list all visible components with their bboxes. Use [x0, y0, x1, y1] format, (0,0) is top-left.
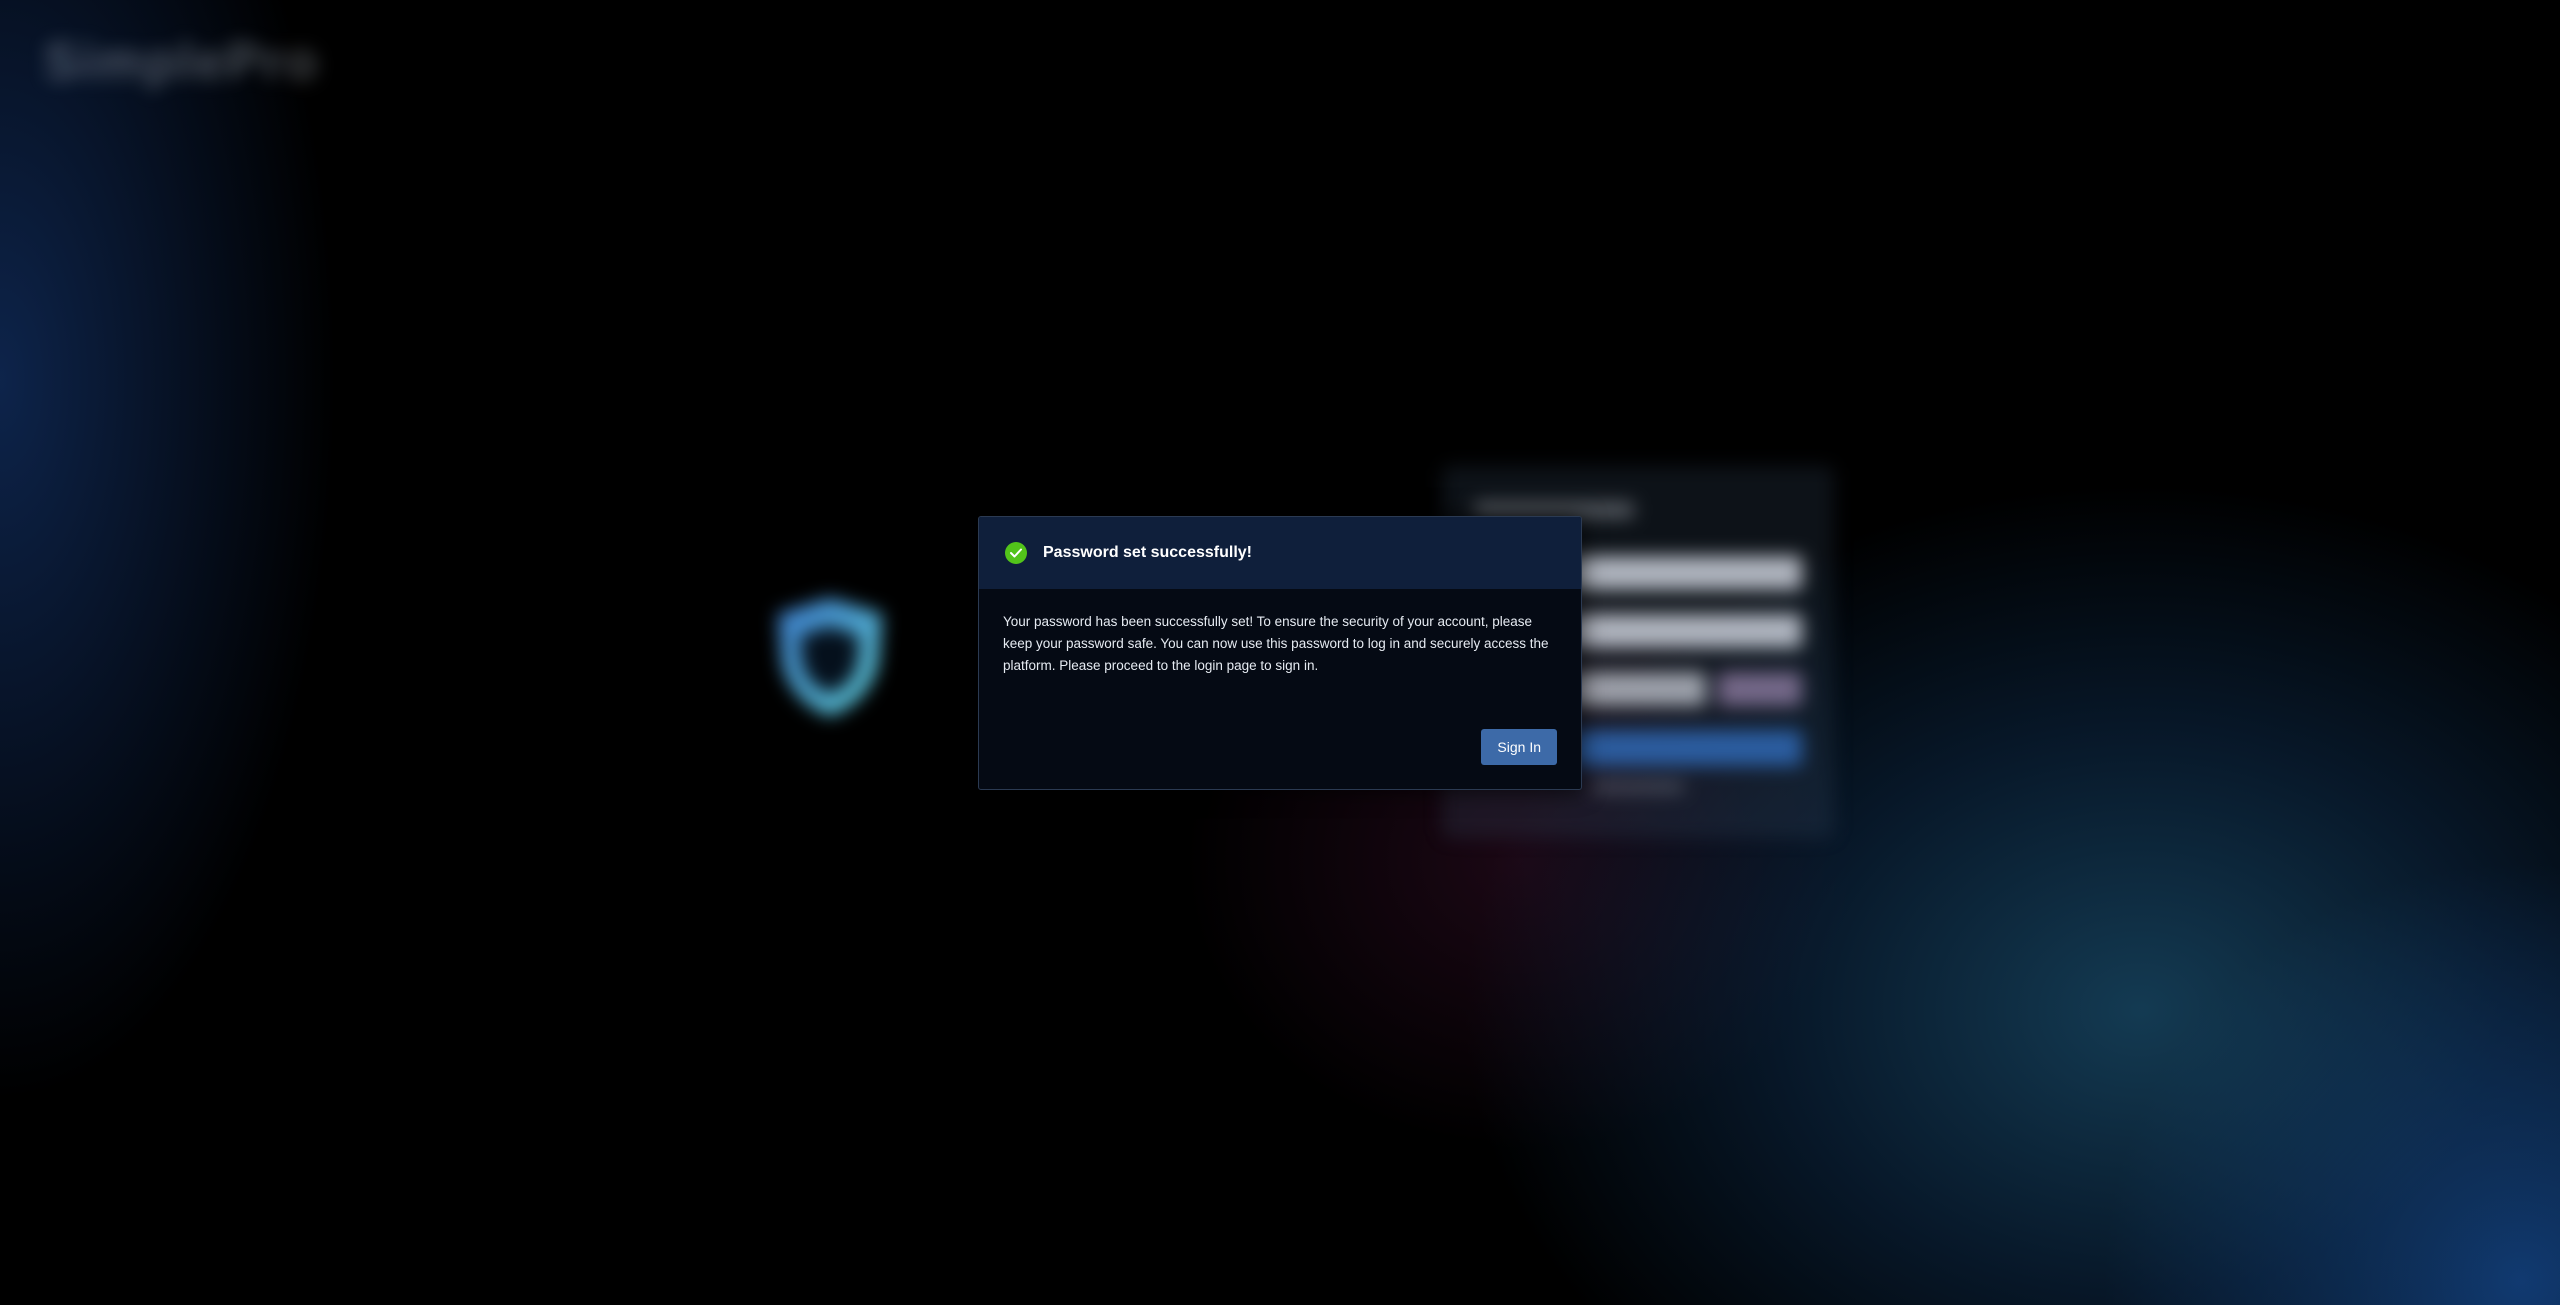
background-forgot-link	[1592, 782, 1684, 792]
background-captcha-image	[1718, 672, 1802, 706]
modal-message: Your password has been successfully set!…	[1003, 614, 1549, 673]
sign-in-button[interactable]: Sign In	[1481, 729, 1557, 765]
background-app-logo: SimplePro	[44, 33, 320, 91]
modal-header: Password set successfully!	[979, 517, 1581, 589]
modal-title: Password set successfully!	[1043, 544, 1252, 561]
check-circle-icon	[1005, 542, 1027, 564]
password-set-success-modal: Password set successfully! Your password…	[978, 516, 1582, 790]
login-page: SimplePro Password set successfully! You…	[0, 0, 2560, 1305]
modal-footer: Sign In	[1481, 729, 1557, 765]
shield-logo-icon	[778, 598, 882, 716]
